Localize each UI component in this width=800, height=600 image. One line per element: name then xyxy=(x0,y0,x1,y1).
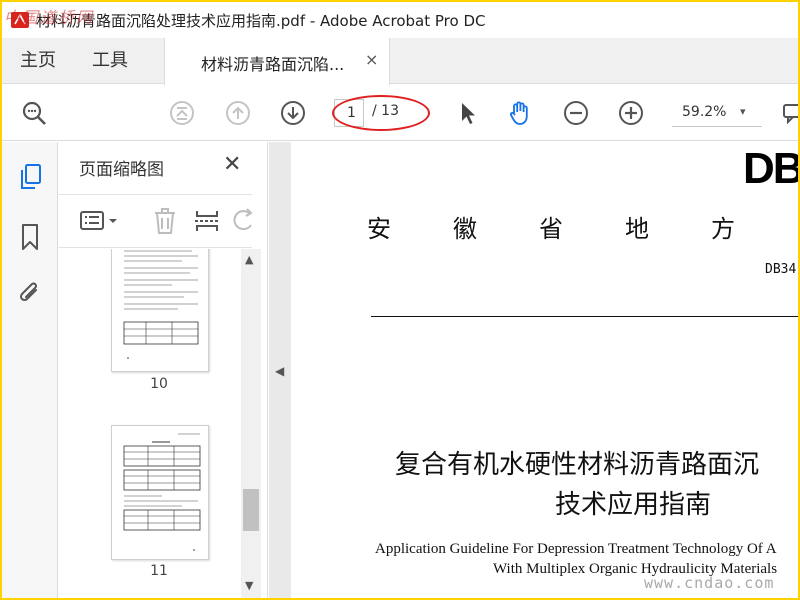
options-menu-icon[interactable] xyxy=(79,207,121,235)
panel-title: 页面缩略图 xyxy=(79,160,164,180)
next-page-icon[interactable] xyxy=(279,99,307,127)
acrobat-window: 材料沥青路面沉陷处理技术应用指南.pdf - Adobe Acrobat Pro… xyxy=(2,2,798,598)
close-tab-icon[interactable]: × xyxy=(365,50,378,69)
province-char: 地 xyxy=(625,215,649,243)
previous-page-icon[interactable] xyxy=(224,99,252,127)
extract-icon[interactable] xyxy=(193,207,221,235)
scroll-up-icon[interactable]: ▲ xyxy=(245,253,253,266)
watermark-top: 中国道桥网 xyxy=(4,8,95,27)
title-bar: 材料沥青路面沉陷处理技术应用指南.pdf - Adobe Acrobat Pro… xyxy=(2,2,798,38)
zoom-dropdown[interactable]: 59.2% ▾ xyxy=(672,99,762,127)
panel-toolbar xyxy=(59,194,253,248)
collapse-left-icon[interactable]: ◀ xyxy=(275,364,284,378)
thumbnail-preview xyxy=(123,250,199,359)
document-view[interactable]: DB 安 徽 省 地 方 DB34 复合有机水硬性材料沥青路面沉 技术应用指南 … xyxy=(291,142,798,598)
attachment-icon[interactable] xyxy=(16,278,44,308)
thumbnail-page-number: 10 xyxy=(150,376,168,392)
watermark-bottom: www.cndao.com xyxy=(644,574,775,592)
thumbnails-panel: 页面缩略图 ✕ 10 11 ▲ ▼ xyxy=(59,142,268,598)
document-title-line2: 技术应用指南 xyxy=(555,490,712,520)
standard-code: DB34 xyxy=(765,262,797,277)
zoom-out-icon[interactable] xyxy=(562,99,590,127)
chevron-down-icon: ▾ xyxy=(740,105,746,118)
left-nav-rail xyxy=(2,142,58,598)
page-thumbnail[interactable] xyxy=(111,425,209,560)
window-title: 材料沥青路面沉陷处理技术应用指南.pdf - Adobe Acrobat Pro… xyxy=(36,12,486,30)
zoom-value: 59.2% xyxy=(682,104,727,120)
document-tab-label: 材料沥青路面沉陷... xyxy=(201,55,345,74)
panel-collapse-handle[interactable]: ◀ xyxy=(269,142,291,598)
english-title-line1: Application Guideline For Depression Tre… xyxy=(375,541,777,557)
zoom-in-icon[interactable] xyxy=(617,99,645,127)
page-thumbnails-icon[interactable] xyxy=(16,162,44,192)
province-char: 省 xyxy=(539,215,563,243)
thumbnail-scrollbar[interactable]: ▲ ▼ xyxy=(241,249,261,598)
close-panel-icon[interactable]: ✕ xyxy=(223,152,241,177)
tab-bar: 主页 工具 材料沥青路面沉陷... × xyxy=(2,38,798,85)
document-title-line1: 复合有机水硬性材料沥青路面沉 xyxy=(395,450,760,480)
province-char: 方 xyxy=(711,215,735,243)
select-cursor-icon[interactable] xyxy=(454,99,482,127)
delete-icon[interactable] xyxy=(151,207,179,235)
toolbar: 1 / 13 59.2% ▾ xyxy=(2,85,798,141)
province-char: 徽 xyxy=(453,215,477,243)
scrollbar-thumb[interactable] xyxy=(243,489,259,531)
page-thumbnail[interactable] xyxy=(111,249,209,372)
search-icon[interactable] xyxy=(20,99,48,127)
document-tab[interactable]: 材料沥青路面沉陷... × xyxy=(164,38,390,85)
hand-tool-icon[interactable] xyxy=(506,99,534,127)
annotation-circle xyxy=(332,95,430,131)
thumbnail-list: 10 11 xyxy=(59,249,239,598)
tab-home[interactable]: 主页 xyxy=(20,38,56,84)
bookmark-icon[interactable] xyxy=(16,222,44,252)
scroll-down-icon[interactable]: ▼ xyxy=(245,579,253,592)
tab-tools[interactable]: 工具 xyxy=(92,38,128,84)
rotate-icon[interactable] xyxy=(233,207,253,235)
thumbnail-preview xyxy=(123,433,201,551)
standard-logo: DB xyxy=(743,144,798,193)
header-rule xyxy=(371,316,798,317)
province-char: 安 xyxy=(367,215,391,243)
thumbnail-page-number: 11 xyxy=(150,563,168,579)
comment-icon[interactable] xyxy=(780,99,798,127)
first-page-icon[interactable] xyxy=(168,99,196,127)
